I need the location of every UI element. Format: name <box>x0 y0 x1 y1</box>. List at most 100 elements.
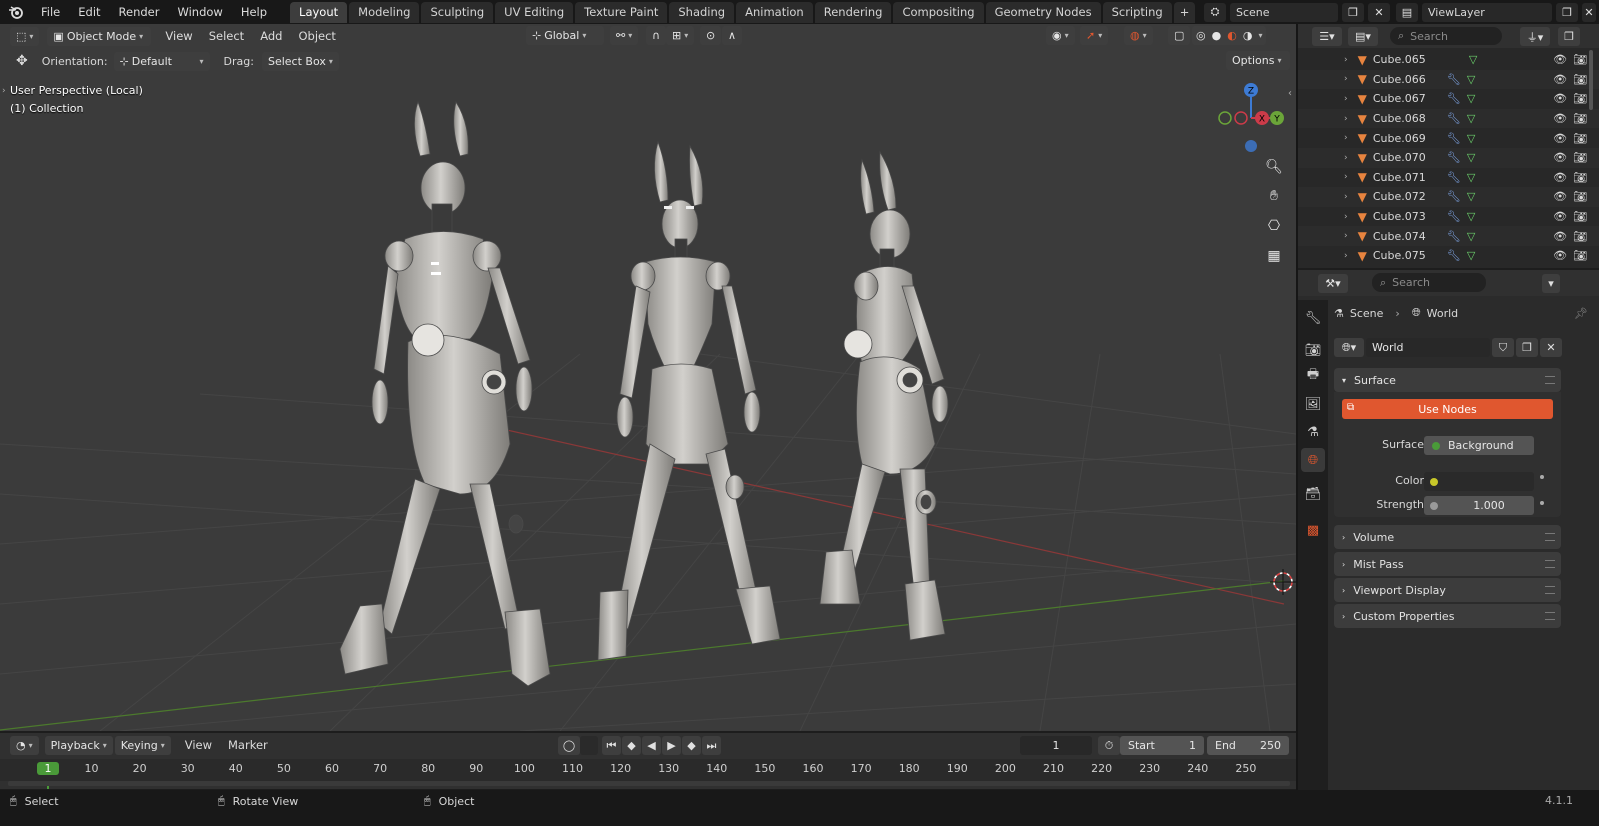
timeline-menu-marker[interactable]: Marker <box>220 738 276 752</box>
surface-panel-header[interactable]: ▾ Surface <box>1334 368 1561 392</box>
keying-set-icon[interactable] <box>580 736 598 755</box>
properties-search-field[interactable]: ⌕ Search <box>1372 273 1486 292</box>
mesh-data-icon[interactable]: ▽ <box>1469 53 1477 66</box>
volume-panel-header[interactable]: › Volume <box>1334 525 1561 549</box>
menu-select[interactable]: Select <box>201 29 252 43</box>
mesh-data-icon[interactable]: ▽ <box>1467 151 1475 164</box>
outliner-row[interactable]: › ▼ Cube.073 🔧︎ ▽ 👁︎ 📷︎ <box>1298 207 1599 227</box>
outliner-scrollbar[interactable] <box>1589 50 1593 110</box>
camera-render-icon[interactable]: 📷︎ <box>1573 249 1587 262</box>
pan-hand-icon[interactable]: ✋︎ <box>1261 183 1287 209</box>
xray-toggle[interactable]: ▢ <box>1168 26 1191 45</box>
modifier-wrench-icon[interactable]: 🔧︎ <box>1447 190 1461 203</box>
timeline-editor-icon[interactable]: ◔ ▾ <box>10 735 39 755</box>
modifier-wrench-icon[interactable]: 🔧︎ <box>1447 73 1461 86</box>
mesh-data-icon[interactable]: ▽ <box>1467 112 1475 125</box>
visibility-selector[interactable]: ◉ ▾ <box>1046 26 1075 45</box>
scene-selector[interactable]: ⛭ Scene ❐ ✕ <box>1204 2 1390 22</box>
tool-tab-icon[interactable]: 🔧︎ <box>1301 306 1325 330</box>
object-name[interactable]: Cube.066 <box>1373 73 1437 86</box>
new-scene-icon[interactable]: ❐ <box>1342 2 1364 22</box>
object-name[interactable]: Cube.073 <box>1373 210 1437 223</box>
menu-file[interactable]: File <box>32 5 69 19</box>
properties-editor-icon[interactable]: ⚒▾ <box>1318 273 1348 293</box>
move-tool-icon[interactable]: ✥ <box>16 53 28 69</box>
robot-figure-right[interactable] <box>819 150 949 641</box>
drag-handle-icon[interactable] <box>1545 612 1555 620</box>
object-name[interactable]: Cube.074 <box>1373 230 1437 243</box>
camera-render-icon[interactable]: 📷︎ <box>1573 230 1587 243</box>
object-name[interactable]: Cube.071 <box>1373 171 1437 184</box>
drag-handle-icon[interactable] <box>1545 376 1555 384</box>
current-frame-field[interactable]: 1 <box>1020 736 1092 755</box>
eye-icon[interactable]: 👁︎ <box>1553 53 1567 66</box>
drag-handle-icon[interactable] <box>1545 560 1555 568</box>
delete-scene-icon[interactable]: ✕ <box>1368 2 1390 22</box>
expand-arrow-icon[interactable]: › <box>1344 172 1348 182</box>
menu-edit[interactable]: Edit <box>69 5 109 19</box>
keyframe-dot-icon[interactable] <box>1540 501 1544 505</box>
navigation-gizmo[interactable]: Z X Y <box>1210 80 1290 160</box>
eye-icon[interactable]: 👁︎ <box>1553 190 1567 203</box>
modifier-wrench-icon[interactable]: 🔧︎ <box>1447 249 1461 262</box>
camera-render-icon[interactable]: 📷︎ <box>1573 190 1587 203</box>
expand-arrow-icon[interactable]: › <box>1344 153 1348 163</box>
world-name-field[interactable]: World <box>1366 338 1490 357</box>
gizmo-neg-z[interactable] <box>1245 140 1257 152</box>
camera-view-icon[interactable]: ⎔ <box>1261 213 1287 239</box>
output-tab-icon[interactable]: 🖶︎ <box>1301 364 1325 388</box>
expand-arrow-icon[interactable]: › <box>1344 212 1348 222</box>
play-reverse-icon[interactable]: ◀ <box>642 736 661 755</box>
duplicate-icon[interactable]: ❐ <box>1516 338 1538 357</box>
jump-end-icon[interactable]: ⏭ <box>702 736 721 755</box>
zoom-icon[interactable]: 🔍︎ <box>1261 154 1287 180</box>
tab-rendering[interactable]: Rendering <box>814 1 892 23</box>
expand-arrow-icon[interactable]: › <box>1344 94 1348 104</box>
camera-render-icon[interactable]: 📷︎ <box>1573 92 1587 105</box>
tab-uv-editing[interactable]: UV Editing <box>495 1 574 23</box>
camera-render-icon[interactable]: 📷︎ <box>1573 53 1587 66</box>
view-layer-tab-icon[interactable]: 🖼︎ <box>1301 392 1325 416</box>
filter-icon[interactable]: ⏚▾ <box>1520 27 1550 46</box>
color-field[interactable] <box>1424 472 1534 491</box>
view-layer-icon[interactable]: ▤ <box>1396 2 1418 22</box>
proportional-falloff-button[interactable]: ∧ <box>722 26 743 45</box>
eye-icon[interactable]: 👁︎ <box>1553 73 1567 86</box>
drag-handle-icon[interactable] <box>1545 586 1555 594</box>
tab-modeling[interactable]: Modeling <box>349 1 420 23</box>
mesh-data-icon[interactable]: ▽ <box>1467 73 1475 86</box>
pivot-point-button[interactable]: ⚯ ▾ <box>610 26 639 45</box>
outliner-row[interactable]: › ▼ Cube.071 🔧︎ ▽ 👁︎ 📷︎ <box>1298 168 1599 188</box>
material-shading-icon[interactable]: ◐ <box>1227 26 1237 45</box>
camera-render-icon[interactable]: 📷︎ <box>1573 112 1587 125</box>
unlink-icon[interactable]: ✕ <box>1540 338 1562 357</box>
keyframe-dot-icon[interactable] <box>1540 475 1544 479</box>
mesh-data-icon[interactable]: ▽ <box>1467 171 1475 184</box>
world-browse-icon[interactable]: 🌐︎▾ <box>1334 338 1364 357</box>
modifier-wrench-icon[interactable]: 🔧︎ <box>1447 210 1461 223</box>
view-layer-selector[interactable]: ▤ ViewLayer ❐ ✕ <box>1396 2 1596 22</box>
tab-texture-paint[interactable]: Texture Paint <box>575 1 668 23</box>
menu-object[interactable]: Object <box>290 29 343 43</box>
delete-view-layer-icon[interactable]: ✕ <box>1582 2 1596 22</box>
modifier-wrench-icon[interactable]: 🔧︎ <box>1447 171 1461 184</box>
editor-type-button[interactable]: ⬚ ▾ <box>10 26 40 46</box>
collection-tab-icon[interactable]: 🗃︎ <box>1301 482 1325 506</box>
outliner-row[interactable]: › ▼ Cube.074 🔧︎ ▽ 👁︎ 📷︎ <box>1298 226 1599 246</box>
eye-icon[interactable]: 👁︎ <box>1553 92 1567 105</box>
chevron-down-icon[interactable]: ▾ <box>1258 26 1262 45</box>
keying-menu[interactable]: Keying ▾ <box>114 735 171 755</box>
camera-render-icon[interactable]: 📷︎ <box>1573 132 1587 145</box>
proportional-edit-button[interactable]: ⊙ <box>700 26 722 45</box>
tab-geometry-nodes[interactable]: Geometry Nodes <box>985 1 1101 23</box>
mesh-data-icon[interactable]: ▽ <box>1467 230 1475 243</box>
tab-sculpting[interactable]: Sculpting <box>421 1 494 23</box>
rendered-shading-icon[interactable]: ◑ <box>1243 26 1253 45</box>
blender-logo-icon[interactable] <box>0 5 32 19</box>
timeline-scrollbar[interactable] <box>8 781 1290 786</box>
eye-icon[interactable]: 👁︎ <box>1553 230 1567 243</box>
drag-selector[interactable]: Select Box ▾ <box>261 51 339 71</box>
display-mode-icon[interactable]: ▤▾ <box>1348 26 1378 46</box>
object-name[interactable]: Cube.075 <box>1373 249 1437 262</box>
surface-shader-selector[interactable]: Background <box>1424 436 1534 455</box>
